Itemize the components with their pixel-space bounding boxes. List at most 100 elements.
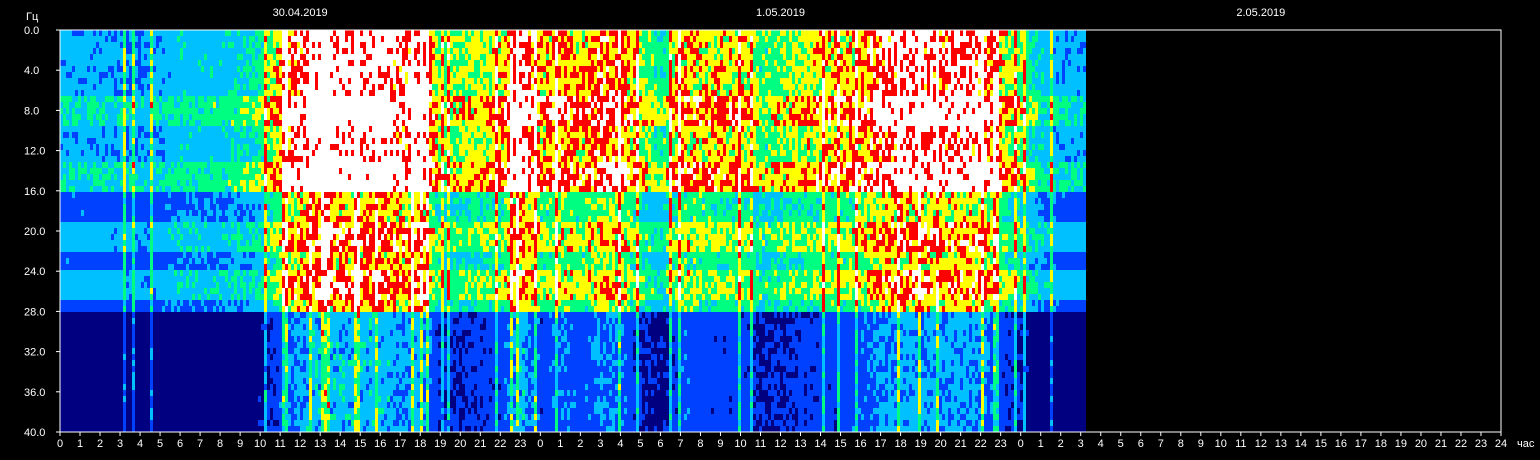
heat-cell: [258, 132, 261, 138]
heat-cell: [174, 252, 177, 258]
heat-cell: [171, 102, 174, 108]
heat-cell: [75, 210, 78, 216]
heat-cell: [96, 300, 99, 306]
heat-cell: [228, 144, 231, 150]
heat-cell: [249, 114, 252, 120]
heat-cell: [162, 264, 165, 270]
heat-cell: [114, 234, 117, 240]
heat-cell: [252, 282, 255, 288]
heat-cell: [117, 294, 120, 300]
heat-cell: [138, 162, 141, 168]
heat-cell: [99, 120, 102, 126]
heat-cell: [213, 384, 216, 390]
heat-cell: [126, 54, 129, 60]
heat-cell: [138, 168, 141, 174]
heat-cell: [186, 114, 189, 120]
heat-cell: [231, 366, 234, 372]
heat-cell: [81, 30, 84, 36]
heat-cell: [255, 252, 258, 258]
heat-cell: [156, 162, 159, 168]
heat-cell: [216, 90, 219, 96]
heat-cell: [120, 348, 123, 354]
heat-cell: [231, 30, 234, 36]
heat-cell: [138, 384, 141, 390]
heat-cell: [75, 312, 78, 318]
heat-cell: [90, 384, 93, 390]
heat-cell: [168, 66, 171, 72]
heat-cell: [240, 312, 243, 318]
heat-cell: [159, 84, 162, 90]
heat-cell: [282, 54, 285, 60]
heat-cell: [267, 102, 270, 108]
heat-cell: [156, 90, 159, 96]
heat-cell: [165, 102, 168, 108]
heat-cell: [72, 78, 75, 84]
heat-cell: [219, 348, 222, 354]
heat-cell: [243, 192, 246, 198]
heat-cell: [93, 126, 96, 132]
heat-cell: [123, 234, 126, 240]
heat-cell: [105, 96, 108, 102]
heat-cell: [216, 132, 219, 138]
heat-cell: [231, 294, 234, 300]
heat-cell: [99, 138, 102, 144]
heat-cell: [84, 96, 87, 102]
heat-cell: [183, 270, 186, 276]
heat-cell: [201, 246, 204, 252]
heat-cell: [135, 408, 138, 414]
heat-cell: [66, 150, 69, 156]
heat-cell: [198, 132, 201, 138]
heat-cell: [135, 180, 138, 186]
heat-cell: [147, 162, 150, 168]
heat-cell: [102, 276, 105, 282]
heat-cell: [144, 66, 147, 72]
heat-cell: [234, 390, 237, 396]
heat-cell: [141, 300, 144, 306]
heat-cell: [264, 366, 267, 372]
heat-cell: [84, 114, 87, 120]
heat-cell: [240, 396, 243, 402]
heat-cell: [120, 330, 123, 336]
heat-cell: [78, 252, 81, 258]
heat-cell: [219, 72, 222, 78]
heat-cell: [228, 138, 231, 144]
heat-cell: [216, 288, 219, 294]
heat-cell: [99, 228, 102, 234]
heat-cell: [228, 42, 231, 48]
heat-cell: [129, 300, 132, 306]
heat-cell: [177, 150, 180, 156]
heat-cell: [147, 276, 150, 282]
heat-cell: [135, 42, 138, 48]
heat-cell: [204, 348, 207, 354]
heat-cell: [189, 192, 192, 198]
heat-cell: [87, 108, 90, 114]
heat-cell: [84, 330, 87, 336]
heat-cell: [171, 366, 174, 372]
heat-cell: [171, 396, 174, 402]
heat-cell: [87, 336, 90, 342]
heat-cell: [120, 288, 123, 294]
heat-cell: [174, 144, 177, 150]
y-tick-label: 36.0: [24, 387, 45, 399]
heat-cell: [255, 144, 258, 150]
heat-cell: [243, 294, 246, 300]
heat-cell: [237, 234, 240, 240]
heat-cell: [180, 414, 183, 420]
heat-cell: [225, 30, 228, 36]
heat-cell: [129, 84, 132, 90]
heat-cell: [141, 366, 144, 372]
heat-cell: [264, 240, 267, 246]
heat-cell: [66, 126, 69, 132]
heat-cell: [228, 60, 231, 66]
heat-cell: [102, 84, 105, 90]
heat-cell: [240, 210, 243, 216]
heat-cell: [255, 402, 258, 408]
heat-cell: [183, 396, 186, 402]
heat-cell: [243, 384, 246, 390]
heat-cell: [114, 216, 117, 222]
heat-cell: [261, 252, 264, 258]
heat-cell: [267, 174, 270, 180]
heat-cell: [153, 426, 156, 432]
heat-cell: [132, 276, 135, 282]
heat-cell: [111, 252, 114, 258]
